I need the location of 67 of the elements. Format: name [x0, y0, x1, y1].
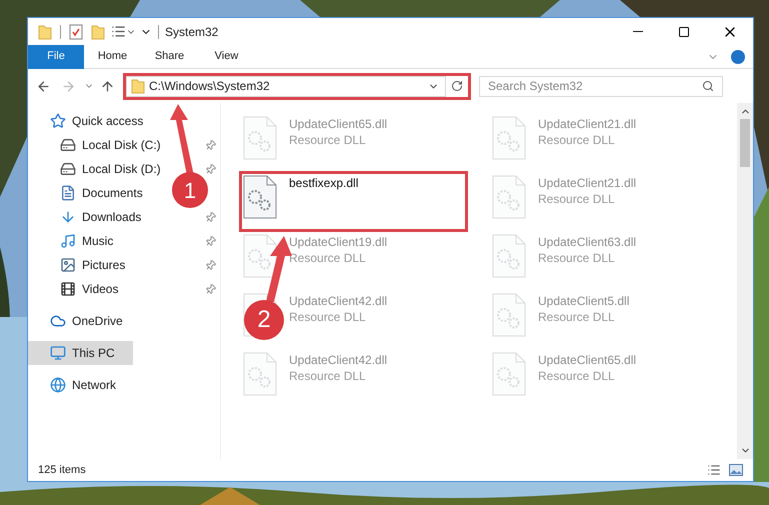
up-icon[interactable]	[100, 78, 115, 94]
ribbon-tab[interactable]: Home	[84, 44, 141, 68]
image-icon	[60, 257, 76, 273]
search-icon[interactable]	[702, 80, 714, 92]
address-path: C:\Windows\System32	[149, 78, 270, 95]
file-icon	[243, 352, 277, 396]
cloud-icon	[50, 313, 66, 329]
item-count: 125 items	[38, 462, 86, 478]
sidebar-item[interactable]: Pictures	[28, 253, 126, 277]
file-type: Resource DLL	[538, 368, 616, 384]
sidebar-item[interactable]: Documents	[28, 181, 143, 205]
view-icon[interactable]	[111, 24, 126, 39]
minimize-icon	[633, 31, 643, 32]
sidebar-item[interactable]: Local Disk (D:)	[28, 157, 161, 181]
scrollbar[interactable]	[737, 103, 753, 459]
star-icon	[50, 113, 66, 129]
sidebar-item[interactable]: OneDrive	[28, 309, 123, 333]
folder-icon	[131, 78, 145, 94]
help-icon[interactable]	[731, 50, 745, 64]
file-icon	[492, 175, 526, 219]
download-icon	[60, 209, 76, 225]
file-type: Resource DLL	[289, 368, 367, 384]
sidebar-item[interactable]: Videos	[28, 277, 118, 301]
file-type: Resource DLL	[289, 250, 367, 266]
file-type: Resource DLL	[538, 132, 616, 148]
file-icon	[243, 234, 277, 278]
maximize-icon	[678, 26, 690, 38]
drive-icon	[60, 161, 76, 177]
ribbon-tab[interactable]: Share	[141, 44, 198, 68]
file-type: Resource DLL	[538, 309, 616, 325]
folder-icon	[91, 24, 105, 40]
drive-icon	[60, 137, 76, 153]
sidebar-item[interactable]: This PC	[28, 341, 133, 365]
file-icon	[492, 352, 526, 396]
file-icon	[492, 116, 526, 160]
scroll-thumb[interactable]	[740, 119, 750, 167]
details-view-icon[interactable]	[707, 463, 721, 477]
sidebar-item[interactable]: Local Disk (C:)	[28, 133, 161, 157]
file-name[interactable]: bestfixexp.dll	[289, 175, 358, 191]
search-input[interactable]: Search System32	[488, 77, 702, 95]
globe-icon	[50, 377, 66, 393]
file-type: Resource DLL	[289, 309, 367, 325]
music-icon	[60, 233, 76, 249]
film-icon	[60, 281, 76, 297]
search-field[interactable]: Search System32	[479, 76, 723, 96]
ribbon-tab[interactable]: View	[198, 44, 255, 68]
file-type: Resource DLL	[289, 132, 367, 148]
folder-icon	[38, 24, 52, 40]
properties-icon[interactable]	[69, 24, 83, 40]
file-icon	[243, 116, 277, 160]
file-icon	[492, 234, 526, 278]
file-icon	[492, 293, 526, 337]
back-icon[interactable]	[36, 78, 51, 94]
document-icon	[60, 185, 76, 201]
sidebar-item[interactable]: Quick access	[28, 109, 144, 133]
sidebar-item[interactable]: Network	[28, 373, 116, 397]
monitor-icon	[50, 345, 66, 361]
address-field[interactable]: C:\Windows\System32	[126, 76, 446, 96]
file-type: Resource DLL	[538, 191, 616, 207]
sidebar-item[interactable]: Downloads	[28, 205, 142, 229]
sidebar-item[interactable]: Music	[28, 229, 114, 253]
gear-file-icon	[243, 175, 277, 219]
window-title: System32	[165, 24, 218, 40]
thumbnail-view-icon[interactable]	[729, 464, 743, 476]
refresh-icon	[451, 80, 463, 92]
ribbon-tab[interactable]: File	[28, 44, 84, 68]
file-type: Resource DLL	[538, 250, 616, 266]
